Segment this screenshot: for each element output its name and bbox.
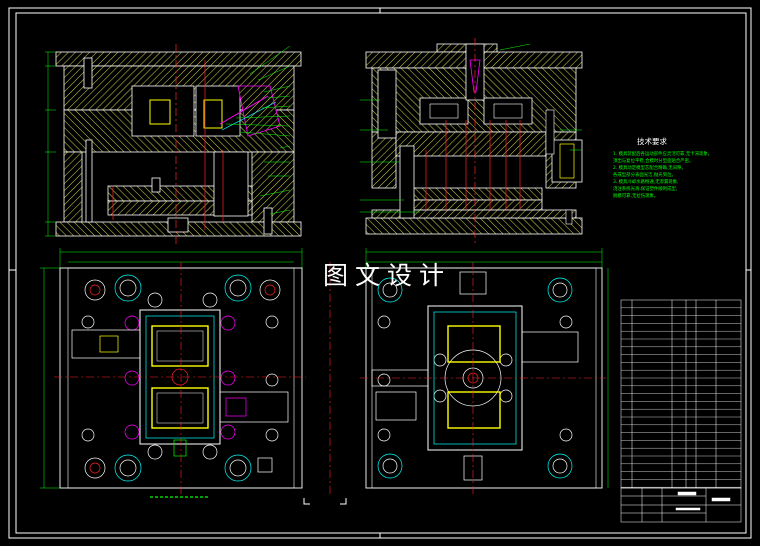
tech-line: 脱模可靠,无拉伤现象。 xyxy=(613,194,659,199)
tech-title: 技术要求 xyxy=(637,137,667,146)
side-section-view xyxy=(360,38,583,244)
watermark-text: 图文设计 xyxy=(322,261,451,290)
parts-list xyxy=(620,299,742,489)
moving-half-plan-view xyxy=(40,248,306,498)
tech-line: 浇注系统光滑,保证塑件顺利成型, xyxy=(613,187,678,192)
tech-line: 1. 模具装配后各运动部件应灵活可靠,无卡滞现象。 xyxy=(613,152,713,157)
title-block xyxy=(620,487,742,523)
parts-list-rows xyxy=(621,307,741,488)
tech-line: 3. 模具冷却水路畅通,无渗漏现象, xyxy=(613,180,679,185)
technical-requirements: 技术要求 1. 模具装配后各运动部件应灵活可靠,无卡滞现象。 顶出与复位平稳,合… xyxy=(613,138,748,200)
tech-line: 顶出与复位平稳,合模时分型面贴合严密。 xyxy=(613,159,694,164)
front-section-view xyxy=(45,44,302,244)
tech-line: 2. 模具动定模型芯配合精确,无间隙。 xyxy=(613,166,686,171)
tech-line: 各成型部分表面光洁,抛光到位。 xyxy=(613,173,676,178)
